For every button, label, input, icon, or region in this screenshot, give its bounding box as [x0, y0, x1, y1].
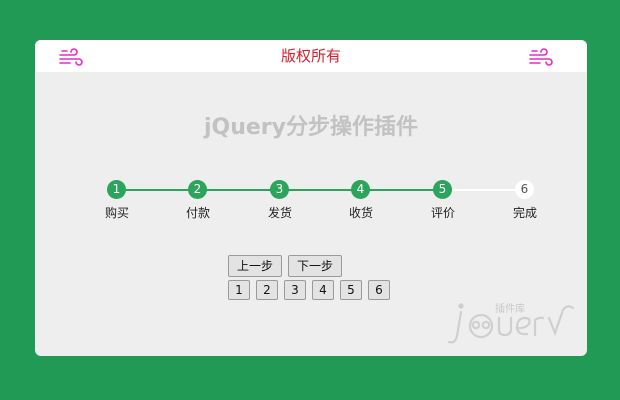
- step-3-circle: 3: [270, 180, 289, 199]
- step-6-circle: 6: [515, 180, 534, 199]
- step-2-button[interactable]: 2: [256, 280, 278, 300]
- step-progress: 1 2 3 4 5 6 购买 付款 发货 收货 评价 完成: [35, 178, 587, 228]
- main-card: 版权所有 jQuery分步操作插件 1 2 3 4 5 6 购买 付款 发货 收…: [35, 40, 587, 356]
- step-1-label: 购买: [104, 206, 129, 220]
- step-1-button[interactable]: 1: [228, 280, 250, 300]
- step-3-label: 发货: [267, 206, 292, 220]
- step-connector: [443, 189, 525, 191]
- next-step-button[interactable]: 下一步: [288, 255, 342, 277]
- plugin-title: jQuery分步操作插件: [203, 115, 419, 140]
- step-5-circle: 5: [433, 180, 452, 199]
- step-2-circle: 2: [188, 180, 207, 199]
- step-1-circle: 1: [107, 180, 126, 199]
- watermark-brand: 插件库: [495, 304, 525, 315]
- wind-icon: [529, 48, 553, 66]
- step-5-button[interactable]: 5: [340, 280, 362, 300]
- step-5-label: 评价: [430, 206, 455, 220]
- header-bar: 版权所有: [35, 40, 587, 72]
- jquery-watermark: 插件库: [447, 302, 577, 348]
- step-connector: [117, 189, 198, 191]
- copyright-title: 版权所有: [280, 47, 341, 65]
- step-connector: [198, 189, 280, 191]
- step-6-label: 完成: [512, 206, 537, 220]
- step-4-button[interactable]: 4: [312, 280, 334, 300]
- step-6-button[interactable]: 6: [368, 280, 390, 300]
- prev-step-button[interactable]: 上一步: [228, 255, 282, 277]
- step-4-label: 收货: [348, 206, 373, 220]
- step-3-button[interactable]: 3: [284, 280, 306, 300]
- step-connector: [280, 189, 361, 191]
- step-4-circle: 4: [351, 180, 370, 199]
- step-2-label: 付款: [185, 206, 210, 220]
- step-connector: [361, 189, 443, 191]
